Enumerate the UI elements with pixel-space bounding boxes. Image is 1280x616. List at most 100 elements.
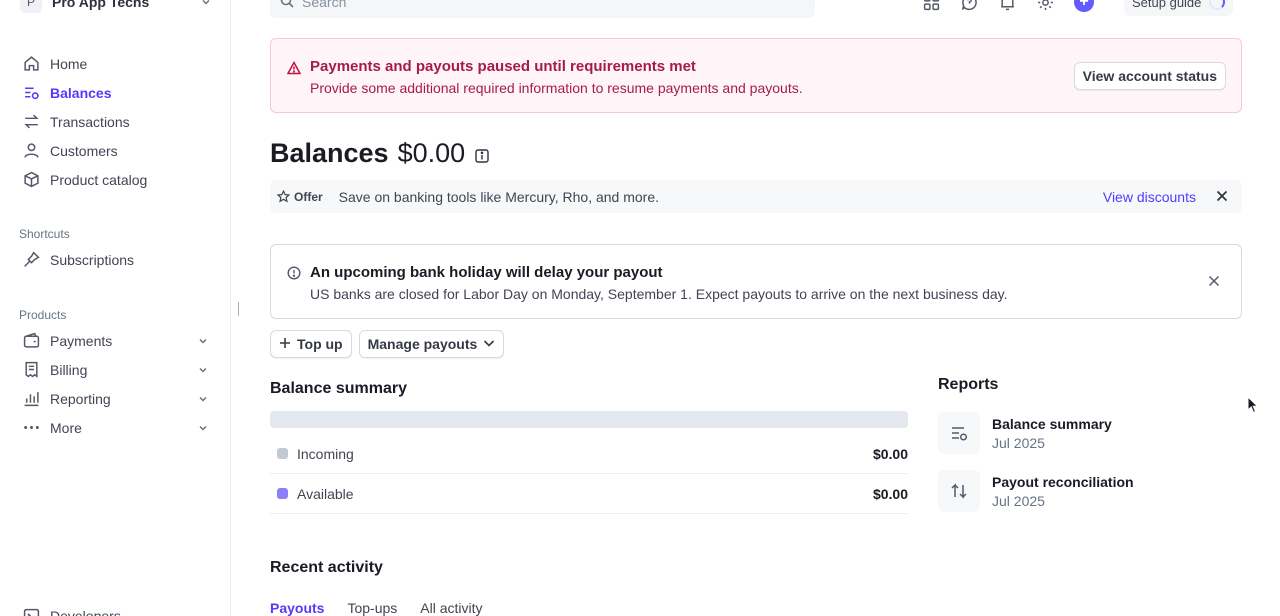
shortcuts-section-title: Shortcuts [19, 227, 70, 241]
tab-all-activity[interactable]: All activity [420, 600, 482, 616]
arrows-updown-icon [938, 470, 980, 512]
star-icon [277, 189, 291, 204]
sidebar-item-label: Billing [50, 361, 88, 378]
shortcuts-nav: Subscriptions [0, 245, 231, 274]
notice-description: US banks are closed for Labor Day on Mon… [310, 286, 1008, 302]
balance-row-incoming: Incoming $0.00 [270, 434, 908, 474]
info-icon[interactable] [474, 149, 489, 164]
page-heading: Balances $0.00 [270, 138, 489, 169]
sidebar-item-payments[interactable]: Payments [0, 326, 231, 355]
sidebar-item-subscriptions[interactable]: Subscriptions [0, 245, 231, 274]
setup-progress-ring-icon [1209, 0, 1226, 10]
create-plus-icon[interactable]: + [1074, 0, 1094, 12]
balance-row-label: Incoming [297, 445, 354, 462]
products-section-title: Products [19, 308, 67, 322]
products-nav: Payments Billing Reporting More [0, 326, 231, 442]
customers-icon [22, 142, 40, 160]
chevron-down-icon [197, 393, 209, 405]
sidebar-item-developers[interactable]: Developers [0, 601, 231, 616]
sidebar-item-more[interactable]: More [0, 413, 231, 442]
account-switcher[interactable]: P Pro App Techs [20, 0, 212, 13]
report-text: Balance summary Jul 2025 [992, 416, 1112, 451]
manage-payouts-button[interactable]: Manage payouts [358, 330, 505, 358]
alert-description: Provide some additional required informa… [310, 80, 803, 96]
recent-activity-tabs: Payouts Top-ups All activity [270, 600, 483, 616]
report-balance-summary[interactable]: Balance summary Jul 2025 [938, 411, 1238, 455]
sidebar-item-label: Reporting [50, 390, 111, 407]
sidebar-item-label: More [50, 419, 82, 436]
reporting-icon [22, 390, 40, 408]
chevron-down-icon [197, 335, 209, 347]
chevron-down-icon [197, 364, 209, 376]
main-nav: Home Balances Transactions Customers Pro… [0, 49, 231, 194]
sidebar-item-label: Payments [50, 332, 113, 349]
recent-activity-title: Recent activity [270, 559, 383, 576]
report-date: Jul 2025 [992, 434, 1045, 451]
report-text: Payout reconciliation Jul 2025 [992, 474, 1134, 509]
apps-icon[interactable] [922, 0, 940, 11]
report-date: Jul 2025 [992, 492, 1045, 509]
reports-title: Reports [938, 376, 999, 393]
alert-title: Payments and payouts paused until requir… [310, 58, 696, 75]
sidebar-item-reporting[interactable]: Reporting [0, 384, 231, 413]
page-title: Balances [270, 138, 389, 168]
available-legend-swatch [277, 488, 288, 499]
sidebar-resize-handle[interactable] [238, 302, 239, 316]
close-icon[interactable] [1208, 275, 1222, 289]
setup-guide-button[interactable]: Setup guide [1124, 0, 1234, 16]
offer-text: Save on banking tools like Mercury, Rho,… [338, 188, 660, 205]
bank-holiday-notice: An upcoming bank holiday will delay your… [270, 244, 1242, 319]
balance-row-value: $0.00 [872, 485, 908, 502]
chevron-down-icon [483, 336, 495, 352]
search-input[interactable]: Search [270, 0, 815, 18]
view-account-status-button[interactable]: View account status [1073, 62, 1226, 90]
close-icon[interactable] [1216, 190, 1230, 204]
balance-row-label: Available [297, 485, 354, 502]
sidebar-item-label: Transactions [50, 113, 130, 130]
product-catalog-icon [22, 171, 40, 189]
report-payout-reconciliation[interactable]: Payout reconciliation Jul 2025 [938, 469, 1238, 513]
balance-progress-bar [270, 411, 908, 428]
top-up-button[interactable]: Top up [270, 330, 352, 358]
account-name: Pro App Techs [52, 0, 150, 10]
balance-summary-title: Balance summary [270, 380, 407, 397]
view-discounts-link[interactable]: View discounts [1103, 189, 1196, 205]
payments-paused-alert: Payments and payouts paused until requir… [270, 38, 1242, 113]
chevron-down-icon [197, 422, 209, 434]
sidebar-item-transactions[interactable]: Transactions [0, 107, 231, 136]
more-icon [22, 419, 40, 437]
sidebar-item-label: Balances [50, 84, 112, 101]
notice-title: An upcoming bank holiday will delay your… [310, 264, 663, 281]
total-balance-amount: $0.00 [397, 138, 466, 168]
balances-icon [22, 84, 40, 102]
topbar-icons: + [922, 0, 1094, 12]
balance-actions: Top up Manage payouts [270, 330, 505, 358]
bottom-nav: Developers [0, 601, 231, 616]
tab-top-ups[interactable]: Top-ups [347, 600, 397, 616]
billing-icon [22, 361, 40, 379]
search-icon [280, 0, 294, 11]
tab-payouts[interactable]: Payouts [270, 600, 324, 616]
sidebar-item-label: Subscriptions [50, 251, 135, 268]
help-chat-icon[interactable] [960, 0, 978, 11]
warning-triangle-icon [286, 60, 302, 75]
sidebar-item-product-catalog[interactable]: Product catalog [0, 165, 231, 194]
sidebar-item-balances[interactable]: Balances [0, 78, 231, 107]
sidebar-item-label: Customers [50, 142, 118, 159]
sidebar-item-label: Developers [50, 607, 121, 616]
sidebar-item-label: Product catalog [50, 171, 148, 188]
mouse-cursor-icon [1247, 396, 1259, 414]
report-list-icon [938, 412, 980, 454]
incoming-legend-swatch [277, 448, 288, 459]
plus-icon [279, 336, 291, 352]
sidebar-item-customers[interactable]: Customers [0, 136, 231, 165]
sidebar: P Pro App Techs Home Balances Transactio… [0, 0, 231, 616]
settings-gear-icon[interactable] [1036, 0, 1054, 11]
notifications-bell-icon[interactable] [998, 0, 1016, 11]
sidebar-item-home[interactable]: Home [0, 49, 231, 78]
sidebar-item-billing[interactable]: Billing [0, 355, 231, 384]
search-placeholder: Search [302, 0, 347, 10]
report-name: Payout reconciliation [992, 473, 1134, 490]
home-icon [22, 55, 40, 73]
top-up-label: Top up [297, 336, 343, 352]
